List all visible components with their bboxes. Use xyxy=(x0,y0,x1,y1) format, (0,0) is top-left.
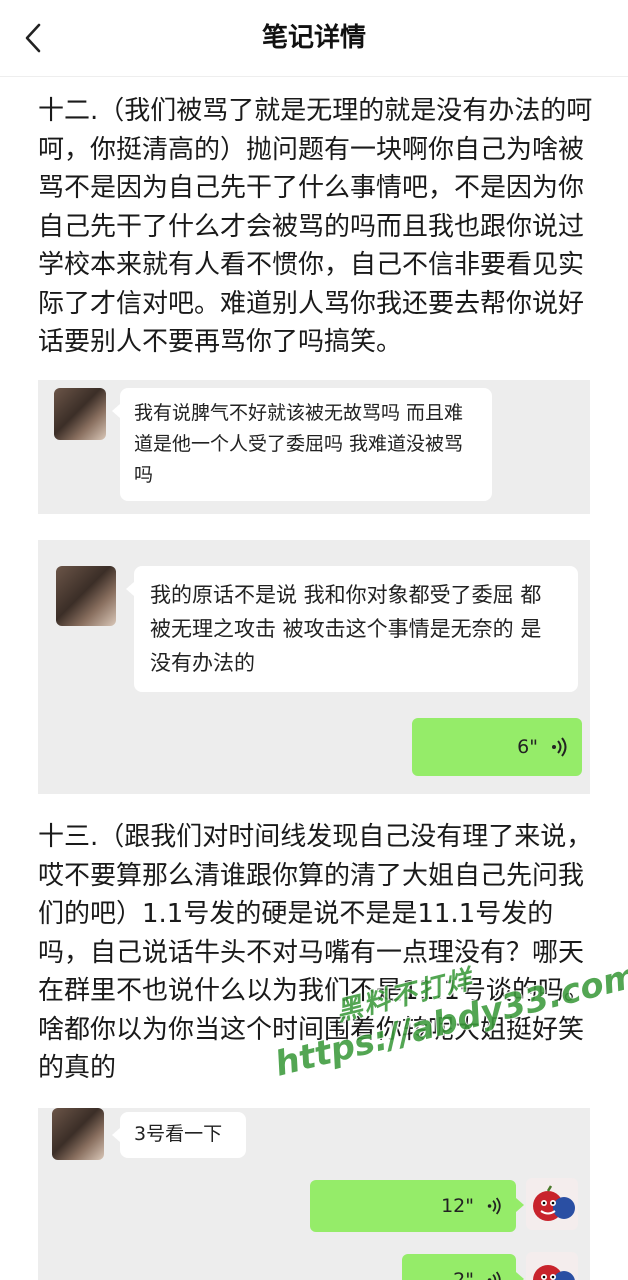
voice-message[interactable]: 12" xyxy=(310,1180,524,1232)
chat-bubble: 3号看一下 xyxy=(112,1112,246,1158)
note-paragraph-12: 十二.（我们被骂了就是无理的就是没有办法的呵呵，你挺清高的）抛问题有一块啊你自己… xyxy=(38,96,593,357)
chat-screenshot-1: 我有说脾气不好就该被无故骂吗 而且难道是他一个人受了委屈吗 我难道没被骂吗 xyxy=(38,380,590,514)
avatar xyxy=(526,1178,578,1230)
avatar xyxy=(52,1108,104,1160)
cartoon-avatar-icon xyxy=(533,1185,575,1221)
page-title: 笔记详情 xyxy=(261,23,366,53)
chat-screenshot-3: 3号看一下 12" 2" xyxy=(38,1108,590,1280)
voice-wave-icon xyxy=(487,1197,501,1215)
voice-duration: 2" xyxy=(453,1269,474,1280)
cartoon-avatar-icon xyxy=(533,1265,575,1280)
voice-duration: 6" xyxy=(517,736,538,758)
chat-bubble: 我的原话不是说 我和你对象都受了委屈 都被无理之攻击 被攻击这个事情是无奈的 是… xyxy=(126,566,578,692)
avatar xyxy=(54,388,106,440)
avatar xyxy=(56,566,116,626)
voice-duration: 12" xyxy=(441,1195,474,1217)
voice-message[interactable]: 6" xyxy=(412,718,582,776)
top-bar: 笔记详情 xyxy=(0,0,628,77)
avatar xyxy=(526,1252,578,1280)
voice-wave-icon xyxy=(552,737,567,757)
chat-bubble: 我有说脾气不好就该被无故骂吗 而且难道是他一个人受了委屈吗 我难道没被骂吗 xyxy=(112,388,492,501)
chat-screenshot-2: 我的原话不是说 我和你对象都受了委屈 都被无理之攻击 被攻击这个事情是无奈的 是… xyxy=(38,540,590,794)
voice-message[interactable]: 2" xyxy=(402,1254,524,1280)
voice-wave-icon xyxy=(487,1271,501,1280)
